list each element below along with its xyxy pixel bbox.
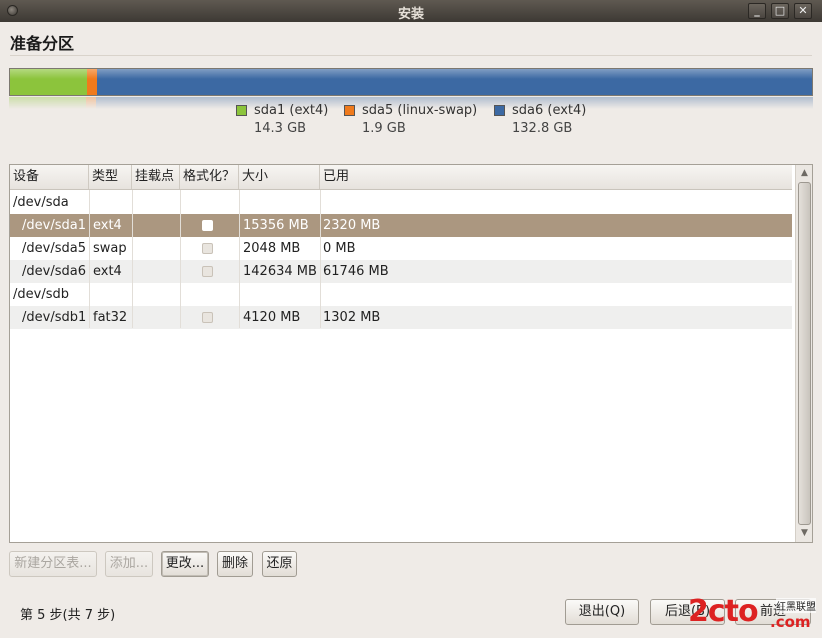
minimize-button[interactable]: _ xyxy=(748,3,766,19)
cell-device: /dev/sdb xyxy=(13,287,69,302)
legend-swatch xyxy=(236,105,247,116)
format-checkbox[interactable] xyxy=(202,243,213,254)
table-row[interactable]: /dev/sda1 ext4 15356 MB 2320 MB xyxy=(10,214,792,237)
watermark-logo: 2cto xyxy=(688,594,759,629)
column-divider xyxy=(180,190,181,328)
watermark-subtitle: 红黑联盟 xyxy=(776,598,816,613)
watermark-tld: .com xyxy=(770,613,811,631)
revert-button[interactable]: 还原 xyxy=(262,551,297,577)
legend-size: 14.3 GB xyxy=(254,121,307,136)
partition-reflection-0 xyxy=(9,97,87,109)
step-indicator: 第 5 步(共 7 步) xyxy=(20,608,116,623)
cell-type: ext4 xyxy=(93,264,122,279)
column-header-device[interactable]: 设备 xyxy=(10,165,89,189)
cell-size: 2048 MB xyxy=(243,241,301,256)
legend-swatch xyxy=(344,105,355,116)
legend-swatch xyxy=(494,105,505,116)
cell-type: fat32 xyxy=(93,310,128,325)
window-title: 安装 xyxy=(397,7,424,22)
table-scrollbar[interactable]: ▲ ▼ xyxy=(795,165,812,542)
partition-segment-1[interactable] xyxy=(86,69,98,95)
partition-reflection-1 xyxy=(86,97,97,109)
column-divider xyxy=(89,190,90,328)
partition-table[interactable]: 设备 类型 挂载点 格式化？ 大小 已用 /dev/sda/dev/sda1 ex… xyxy=(9,164,813,543)
cell-device: /dev/sda5 xyxy=(22,241,86,256)
add-partition-button[interactable]: 添加... xyxy=(105,551,153,577)
heading-divider xyxy=(10,55,812,56)
partition-bar xyxy=(9,68,813,96)
format-checkbox[interactable] xyxy=(202,266,213,277)
page-title: 准备分区 xyxy=(10,34,75,53)
close-button[interactable]: ✕ xyxy=(794,3,812,19)
maximize-button[interactable]: □ xyxy=(771,3,789,19)
cell-used: 1302 MB xyxy=(323,310,381,325)
format-checkbox[interactable] xyxy=(202,220,213,231)
table-row[interactable]: /dev/sdb xyxy=(10,283,792,306)
legend-label: sda6 (ext4) xyxy=(512,103,587,118)
cell-size: 142634 MB xyxy=(243,264,317,279)
cell-device: /dev/sda6 xyxy=(22,264,86,279)
cell-used: 61746 MB xyxy=(323,264,389,279)
format-checkbox[interactable] xyxy=(202,312,213,323)
column-header-type[interactable]: 类型 xyxy=(89,165,132,189)
legend-label: sda5 (linux-swap) xyxy=(362,103,478,118)
scroll-down-icon[interactable]: ▼ xyxy=(798,527,811,540)
legend-size: 1.9 GB xyxy=(362,121,406,136)
cell-used: 2320 MB xyxy=(323,218,381,233)
cell-used: 0 MB xyxy=(323,241,356,256)
window-titlebar: 安装 _ □ ✕ xyxy=(0,0,822,22)
table-row[interactable]: /dev/sda xyxy=(10,191,792,214)
delete-partition-button[interactable]: 删除 xyxy=(217,551,253,577)
column-header-size[interactable]: 大小 xyxy=(239,165,320,189)
quit-button[interactable]: 退出(Q) xyxy=(565,599,639,625)
scroll-up-icon[interactable]: ▲ xyxy=(798,167,811,180)
change-partition-button[interactable]: 更改... xyxy=(161,551,209,577)
table-row[interactable]: /dev/sda6 ext4 142634 MB 61746 MB xyxy=(10,260,792,283)
column-header-mount[interactable]: 挂载点 xyxy=(132,165,180,189)
legend-label: sda1 (ext4) xyxy=(254,103,329,118)
cell-type: ext4 xyxy=(93,218,122,233)
column-divider xyxy=(320,190,321,328)
new-partition-table-button[interactable]: 新建分区表... xyxy=(9,551,97,577)
column-divider xyxy=(132,190,133,328)
partition-segment-0[interactable] xyxy=(10,69,87,95)
cell-size: 15356 MB xyxy=(243,218,309,233)
cell-type: swap xyxy=(93,241,127,256)
scrollbar-thumb[interactable] xyxy=(798,182,811,525)
cell-device: /dev/sda xyxy=(13,195,69,210)
column-divider xyxy=(239,190,240,328)
legend-size: 132.8 GB xyxy=(512,121,573,136)
table-row[interactable]: /dev/sda5 swap 2048 MB 0 MB xyxy=(10,237,792,260)
column-header-format[interactable]: 格式化？ xyxy=(180,165,239,189)
cell-size: 4120 MB xyxy=(243,310,301,325)
cell-device: /dev/sdb1 xyxy=(22,310,87,325)
partition-segment-2[interactable] xyxy=(97,69,812,95)
cell-device: /dev/sda1 xyxy=(22,218,86,233)
column-header-used[interactable]: 已用 xyxy=(320,165,792,189)
table-header: 设备 类型 挂载点 格式化？ 大小 已用 xyxy=(10,165,792,190)
table-row[interactable]: /dev/sdb1 fat32 4120 MB 1302 MB xyxy=(10,306,792,329)
